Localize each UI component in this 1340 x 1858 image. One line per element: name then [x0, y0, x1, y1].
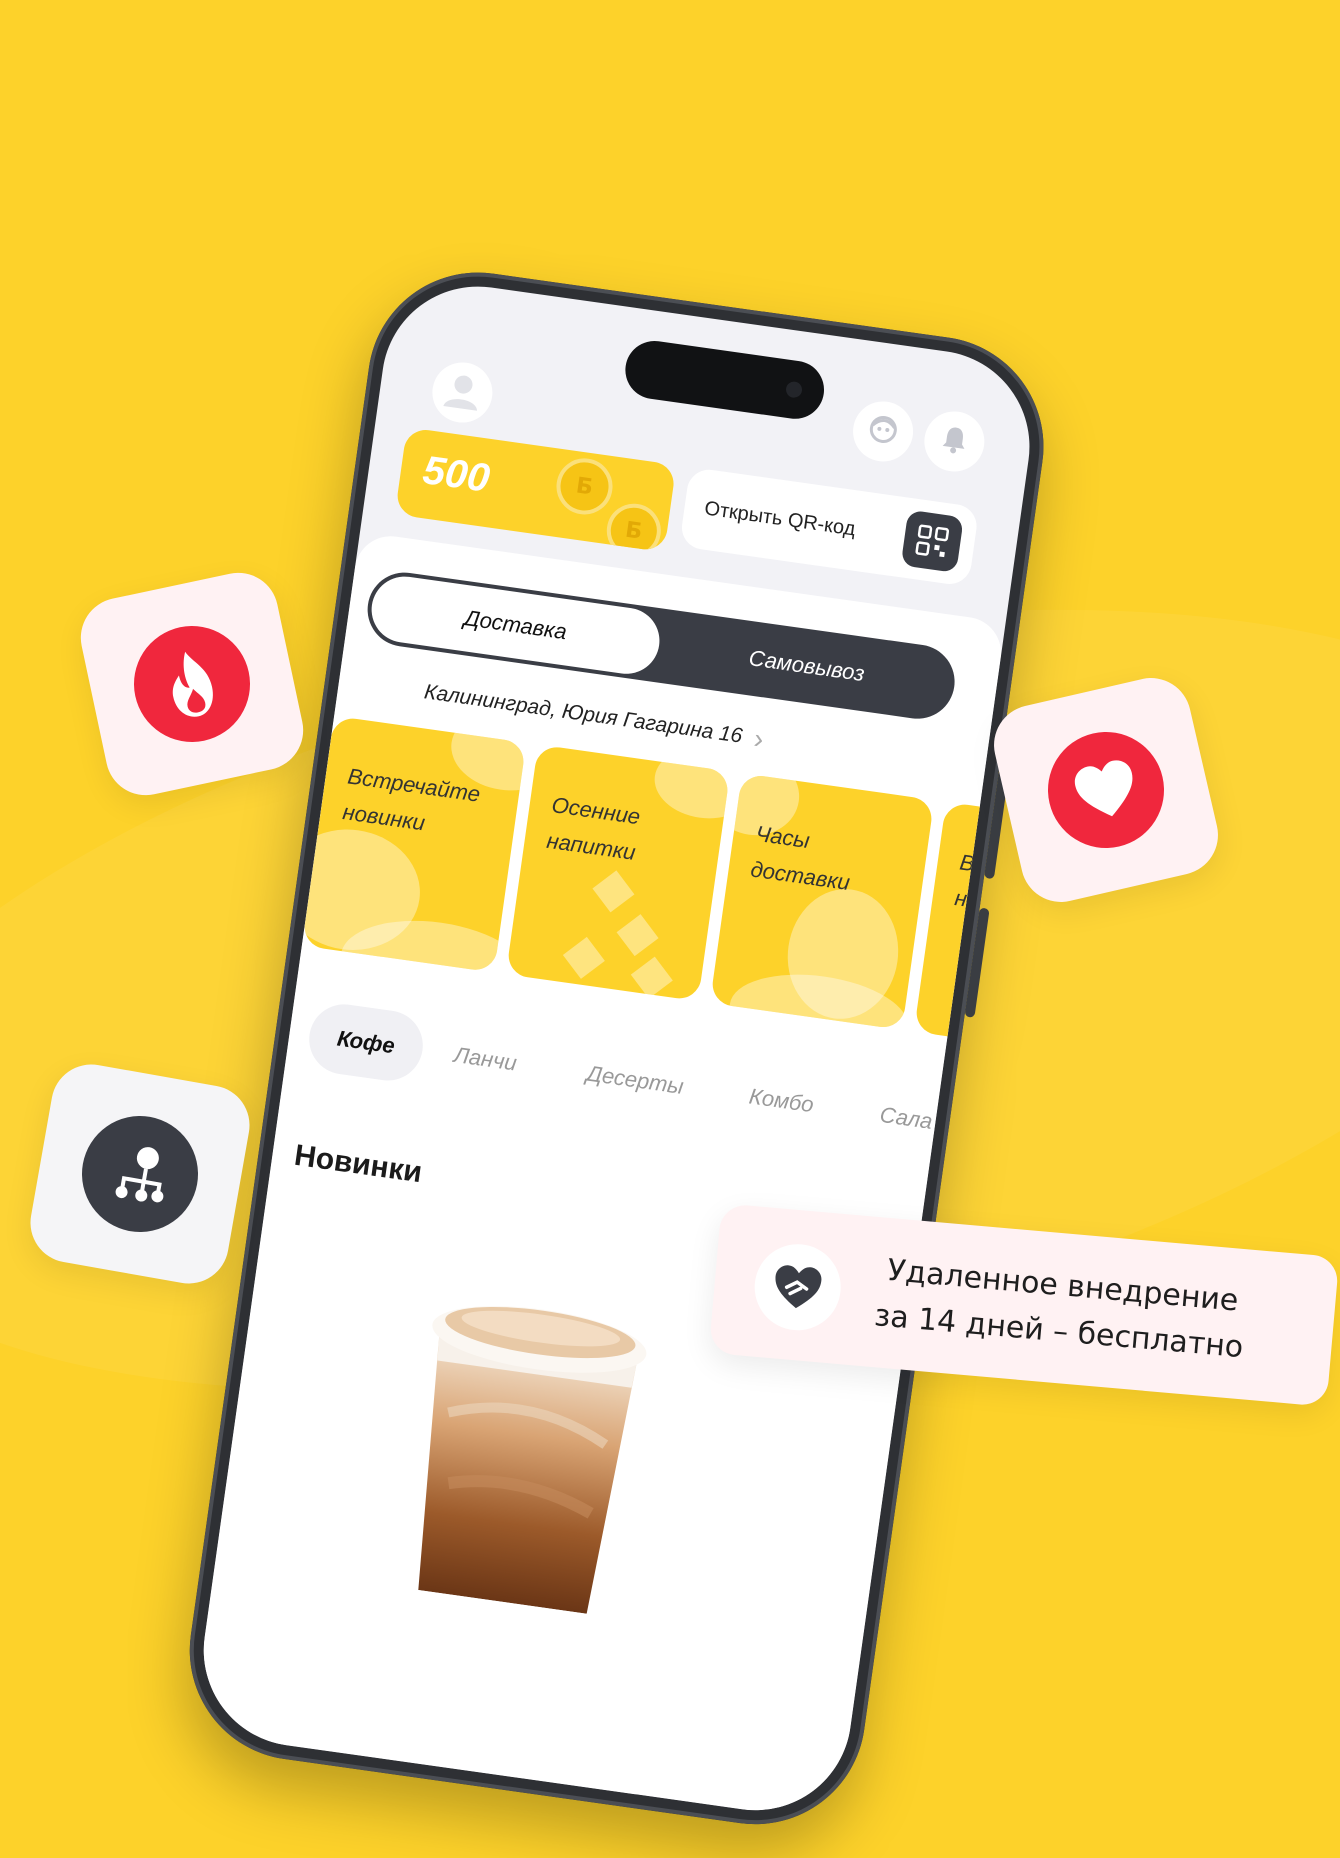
note-text: Удаленное внедрение за 14 дней – бесплат… — [872, 1253, 1245, 1366]
promo-card[interactable]: Встречайте новинки — [301, 715, 527, 973]
handshake-heart-icon — [751, 1240, 845, 1334]
phone-frame: 500 Б Б Открыть QR-код Доставка Самовыво… — [175, 258, 1058, 1839]
dynamic-island — [621, 337, 828, 423]
fire-icon — [123, 615, 261, 753]
open-qr-button[interactable]: Открыть QR-код — [679, 466, 980, 587]
product-image[interactable] — [384, 1268, 666, 1618]
user-avatar-icon — [437, 366, 487, 420]
chevron-right-icon: › — [751, 722, 766, 755]
pickup-tab[interactable]: Самовывоз — [658, 613, 954, 719]
coin-icon: Б — [603, 500, 665, 553]
network-badge — [24, 1058, 256, 1290]
qr-label: Открыть QR-код — [703, 497, 857, 541]
coin-icon: Б — [552, 454, 617, 519]
support-button[interactable] — [849, 397, 917, 466]
notifications-button[interactable] — [920, 407, 989, 476]
delivery-tab[interactable]: Доставка — [367, 572, 664, 679]
category-tab[interactable]: Сала — [875, 1080, 937, 1157]
promo-card[interactable]: Осенние напитки — [505, 744, 731, 1002]
category-tab[interactable]: Кофе — [304, 999, 428, 1085]
section-title: Новинки — [292, 1138, 425, 1190]
phone-screen: 500 Б Б Открыть QR-код Доставка Самовыво… — [191, 274, 1042, 1823]
bell-icon — [936, 421, 973, 461]
heart-icon — [1036, 720, 1176, 860]
main-panel: Доставка Самовывоз Калининград, Юрия Гаг… — [191, 531, 1042, 1823]
support-agent-icon — [864, 410, 903, 452]
category-tab[interactable]: Ланчи — [449, 1020, 521, 1098]
promo-title: В н — [953, 849, 977, 912]
fire-badge — [73, 565, 311, 803]
bonus-card[interactable]: 500 Б Б — [394, 427, 677, 553]
phone-mockup: 500 Б Б Открыть QR-код Доставка Самовыво… — [64, 242, 1197, 1839]
bonus-value: 500 — [420, 448, 493, 501]
phone-side-button — [964, 907, 990, 1018]
profile-avatar-button[interactable] — [428, 358, 497, 427]
promo-card[interactable]: Часы доставки — [709, 773, 935, 1030]
promo-title: Осенние напитки — [545, 792, 642, 865]
promo-title: Часы доставки — [749, 820, 852, 896]
category-tab[interactable]: Десерты — [582, 1039, 688, 1122]
category-tab[interactable]: Комбо — [744, 1062, 818, 1140]
network-icon — [72, 1106, 208, 1242]
promo-carousel[interactable]: Встречайте новинки Осенние напитки Часы … — [301, 715, 1042, 1059]
qr-code-icon — [900, 509, 964, 573]
